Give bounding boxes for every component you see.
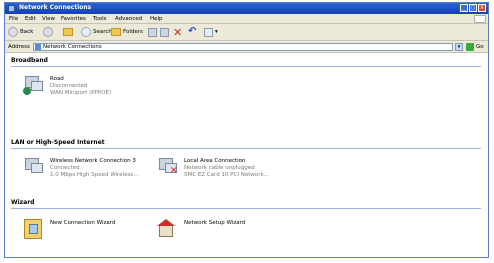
group-heading-wizard: Wizard (11, 199, 35, 206)
explorer-window: Network Connections _ □ X File Edit View… (4, 2, 489, 258)
group-divider (11, 208, 481, 209)
search-button[interactable]: Search (81, 26, 112, 38)
minimize-button[interactable]: _ (460, 4, 468, 12)
connection-name: Local Area Connection (184, 158, 246, 164)
menu-tools[interactable]: Tools (93, 16, 107, 22)
address-value: Network Connections (43, 44, 102, 50)
go-button[interactable]: Go (466, 43, 484, 51)
address-input[interactable]: Network Connections (33, 43, 453, 51)
wizard-name: New Connection Wizard (50, 220, 116, 226)
menu-advanced[interactable]: Advanced (115, 16, 142, 22)
forward-arrow-icon (43, 27, 53, 37)
new-connection-wizard-icon (23, 219, 45, 239)
up-folder-icon (63, 28, 73, 36)
go-arrow-icon (466, 43, 474, 51)
connection-status: Disconnected (50, 83, 88, 89)
wizard-name: Network Setup Wizard (184, 220, 246, 226)
copy-to-icon (160, 27, 169, 37)
menu-view[interactable]: View (42, 16, 55, 22)
network-setup-wizard-icon (157, 219, 179, 239)
back-arrow-icon (8, 27, 18, 37)
group-heading-lan: LAN or High-Speed Internet (11, 139, 105, 146)
address-label: Address (8, 44, 30, 50)
delete-button[interactable]: ✕ (173, 26, 182, 38)
unplugged-x-icon: ✕ (170, 166, 178, 176)
network-connections-icon (8, 5, 15, 12)
back-button[interactable]: Back (8, 26, 33, 38)
network-setup-wizard[interactable]: Network Setup Wizard (157, 219, 245, 239)
close-button[interactable]: X (478, 4, 486, 12)
new-connection-wizard[interactable]: New Connection Wizard (23, 219, 115, 239)
group-divider (11, 66, 481, 67)
maximize-button[interactable]: □ (469, 4, 477, 12)
lan-disconnected-icon: ✕ (157, 157, 179, 177)
forward-button[interactable] (43, 26, 53, 38)
go-label: Go (476, 44, 484, 50)
connection-wireless-3[interactable]: Wireless Network Connection 3 Connected … (23, 157, 138, 179)
connection-road[interactable]: Road Disconnected WAN Miniport (PPPOE) (23, 75, 111, 97)
wireless-connection-icon (23, 157, 45, 177)
connection-status: Network cable unplugged (184, 165, 255, 171)
group-divider (11, 148, 481, 149)
search-icon (81, 27, 91, 37)
move-to-button[interactable] (148, 26, 157, 38)
views-icon (204, 27, 213, 37)
connection-device: SMC EZ Card 10 PCI Network... (184, 172, 269, 178)
views-dropdown-icon: ▾ (215, 29, 218, 35)
menu-help[interactable]: Help (150, 16, 163, 22)
move-to-icon (148, 27, 157, 37)
views-button[interactable]: ▾ (204, 26, 218, 38)
toolbar: Back Search Folders ✕ ↶ ▾ (5, 24, 488, 41)
copy-to-button[interactable] (160, 26, 169, 38)
menu-file[interactable]: File (9, 16, 18, 22)
windows-flag-icon (474, 15, 486, 23)
folders-label: Folders (123, 29, 143, 35)
connection-device: 1.0 Mbps High Speed Wireless... (50, 172, 139, 178)
address-dropdown-button[interactable]: ▾ (455, 43, 463, 51)
folders-icon (111, 28, 121, 36)
back-label: Back (20, 29, 34, 35)
connection-name: Road (50, 76, 64, 82)
menu-bar: File Edit View Favorites Tools Advanced … (5, 14, 488, 24)
undo-icon: ↶ (188, 26, 197, 37)
connection-status: Connected (50, 165, 80, 171)
broadband-connection-icon (23, 75, 45, 95)
search-label: Search (93, 29, 112, 35)
connection-device: WAN Miniport (PPPOE) (50, 90, 112, 96)
menu-edit[interactable]: Edit (25, 16, 36, 22)
window-title: Network Connections (19, 4, 92, 11)
up-folder-button[interactable] (63, 26, 73, 38)
network-connections-icon (35, 44, 41, 50)
connection-local-area[interactable]: ✕ Local Area Connection Network cable un… (157, 157, 269, 179)
title-bar[interactable]: Network Connections _ □ X (5, 3, 488, 14)
menu-favorites[interactable]: Favorites (61, 16, 86, 22)
group-heading-broadband: Broadband (11, 57, 48, 64)
connection-name: Wireless Network Connection 3 (50, 158, 136, 164)
delete-icon: ✕ (173, 25, 183, 39)
folders-button[interactable]: Folders (111, 26, 143, 38)
content-pane: Broadband Road Disconnected WAN Miniport… (5, 53, 488, 257)
address-bar: Address Network Connections ▾ Go (5, 41, 488, 53)
undo-button[interactable]: ↶ (188, 26, 196, 38)
